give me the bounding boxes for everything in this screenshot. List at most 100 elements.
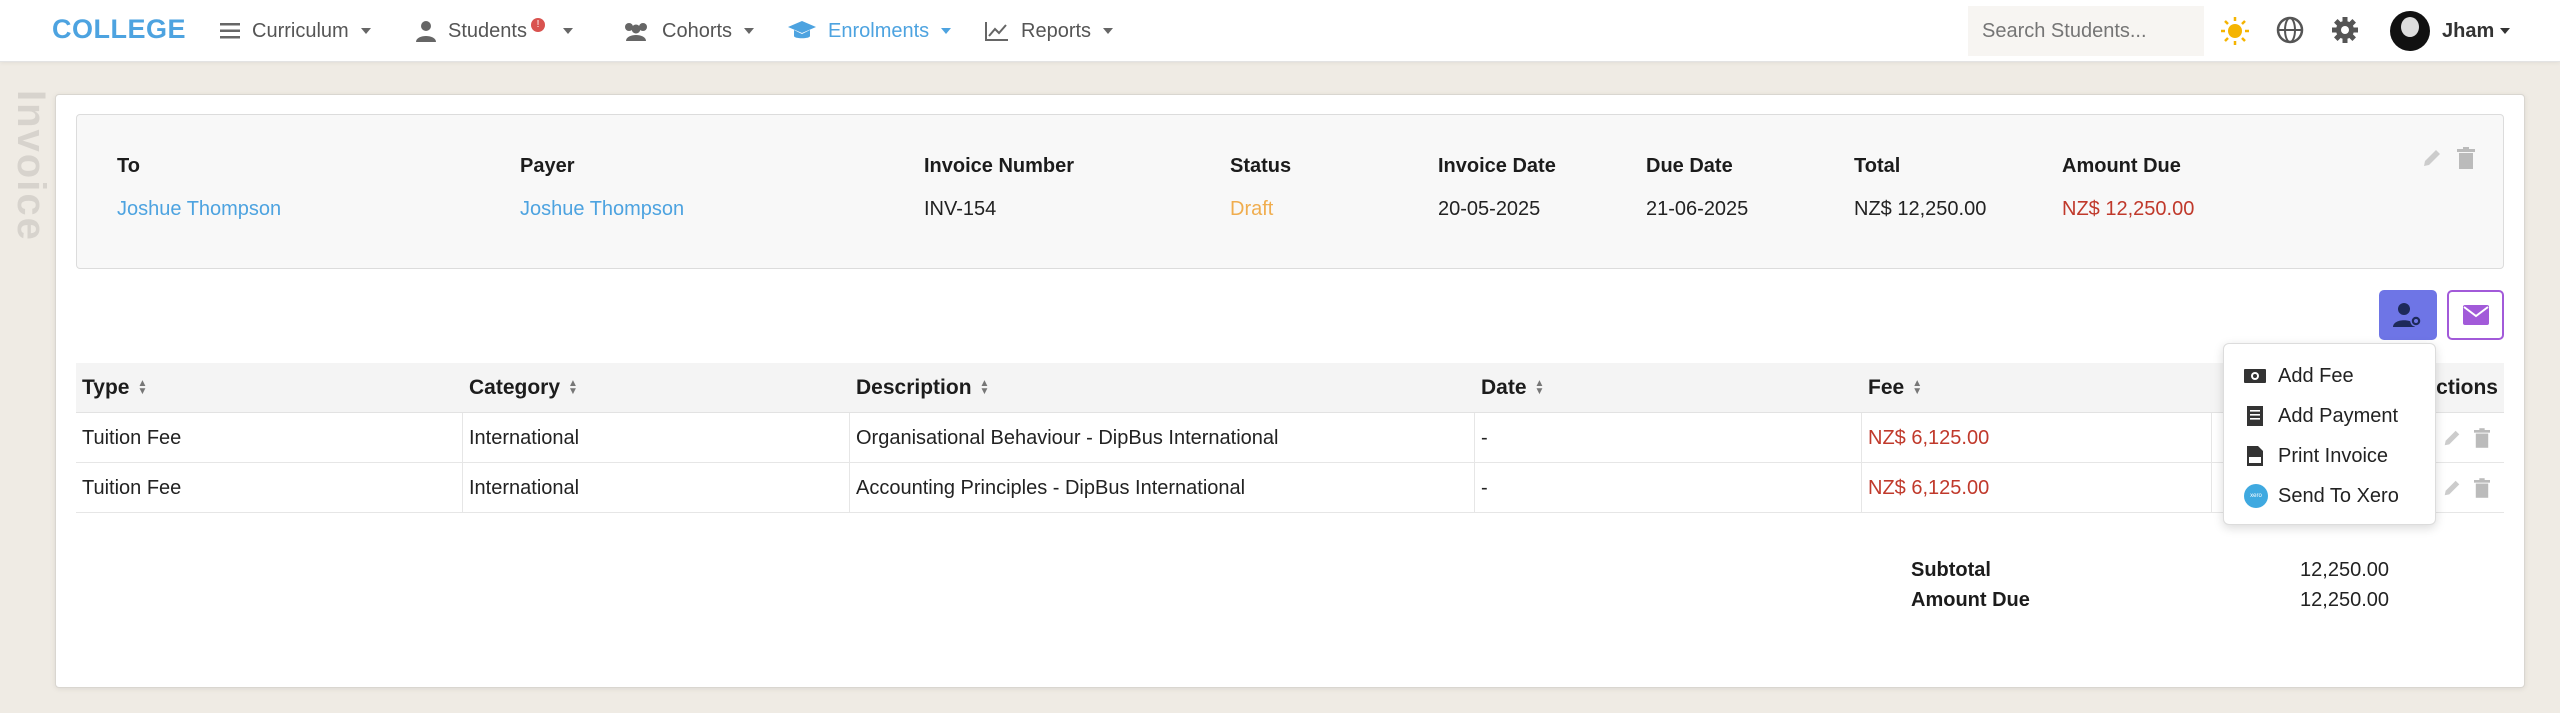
table-header: Type ▲ ▼ Category ▲ ▼ Description ▲ ▼ Date ▲ ▼ F…: [76, 363, 2504, 413]
subtotal-label: Subtotal: [1911, 558, 1991, 581]
envelope-icon: [2462, 305, 2489, 325]
nav-enrolments-label: Enrolments: [828, 19, 930, 42]
chevron-down-icon: [562, 28, 573, 34]
trash-icon[interactable]: [2457, 147, 2475, 169]
notification-badge: !: [530, 18, 545, 32]
menu-item-label: Send To Xero: [2278, 484, 2399, 507]
trash-icon[interactable]: [2474, 428, 2490, 448]
summary-status-label: Status: [1230, 155, 1292, 177]
summary-amount-due-value: NZ$ 12,250.00: [2062, 198, 2195, 220]
search-input[interactable]: [1968, 6, 2204, 56]
status-badge: Draft: [1230, 198, 1274, 220]
nav-enrolments[interactable]: Enrolments: [788, 0, 952, 62]
top-navbar: COLLEGE Curriculum Students ! Cohorts En…: [0, 0, 2560, 62]
summary-invoice-date: Invoice Date 20-05-2025: [1438, 155, 1556, 221]
brand-logo[interactable]: COLLEGE: [52, 14, 186, 45]
chart-line-icon: [985, 22, 1008, 41]
nav-students[interactable]: Students !: [416, 0, 573, 62]
nav-cohorts-label: Cohorts: [662, 19, 733, 42]
user-name: Jham: [2442, 19, 2495, 42]
summary-due-value: 21-06-2025: [1646, 198, 1749, 220]
chevron-down-icon: [2500, 28, 2511, 34]
column-header-label: Fee: [1868, 376, 1905, 399]
summary-payer-link[interactable]: Joshue Thompson: [520, 198, 684, 221]
column-header-category[interactable]: Category ▲ ▼: [463, 363, 850, 413]
menu-lines-icon: [220, 23, 240, 39]
xero-icon: xero: [2244, 484, 2268, 508]
chevron-down-icon: [941, 28, 952, 34]
column-header-date[interactable]: Date ▲ ▼: [1475, 363, 1862, 413]
summary-amount-due: Amount Due NZ$ 12,250.00: [2062, 155, 2194, 221]
nav-reports-label: Reports: [1021, 19, 1092, 42]
pencil-icon[interactable]: [2442, 478, 2462, 498]
nav-reports[interactable]: Reports: [985, 0, 1114, 62]
cell-category: International: [463, 413, 850, 463]
menu-item-label: Add Payment: [2278, 404, 2399, 427]
amount-due-value: 12,250.00: [2300, 588, 2389, 611]
menu-item-label: Print Invoice: [2278, 444, 2389, 467]
menu-item-add-payment[interactable]: Add Payment: [2224, 396, 2435, 436]
subtotal-row: Subtotal 12,250.00: [1911, 555, 2471, 585]
pencil-icon[interactable]: [2442, 428, 2462, 448]
cell-date: -: [1475, 413, 1862, 463]
invoice-actions-button[interactable]: [2379, 290, 2437, 340]
sort-icon: ▲ ▼: [1534, 378, 1545, 397]
cell-fee: NZ$ 6,125.00: [1862, 463, 2212, 513]
page-side-title: Invoice: [8, 90, 53, 242]
menu-item-add-fee[interactable]: Add Fee: [2224, 356, 2435, 396]
amount-due-row: Amount Due 12,250.00: [1911, 585, 2471, 615]
summary-date-value: 20-05-2025: [1438, 198, 1541, 220]
column-header-fee[interactable]: Fee ▲ ▼: [1862, 363, 2212, 413]
pencil-icon[interactable]: [2421, 147, 2443, 169]
summary-due-label: Due Date: [1646, 155, 1733, 177]
subtotal-value: 12,250.00: [2300, 558, 2389, 581]
menu-item-label: Add Fee: [2278, 364, 2354, 387]
summary-status: Status Draft: [1230, 155, 1291, 221]
nav-students-label: Students: [448, 19, 527, 42]
cell-type: Tuition Fee: [76, 413, 463, 463]
summary-number-label: Invoice Number: [924, 155, 1075, 177]
sort-icon: ▲ ▼: [1912, 378, 1923, 397]
file-pdf-icon: [2247, 446, 2263, 466]
trash-icon[interactable]: [2474, 478, 2490, 498]
menu-item-send-to-xero[interactable]: xero Send To Xero: [2224, 476, 2435, 516]
sort-icon: ▲ ▼: [568, 378, 578, 397]
invoice-card: To Joshue Thompson Payer Joshue Thompson…: [55, 94, 2525, 688]
nav-curriculum[interactable]: Curriculum: [220, 0, 371, 62]
chevron-down-icon: [1103, 28, 1114, 34]
user-icon: [416, 21, 436, 42]
summary-number-value: INV-154: [924, 198, 997, 220]
sort-icon: ▲ ▼: [979, 378, 990, 397]
globe-icon[interactable]: [2276, 16, 2304, 44]
email-invoice-button[interactable]: [2447, 290, 2504, 340]
users-group-icon: [625, 23, 647, 41]
summary-actions: [2421, 147, 2475, 169]
cell-description: Organisational Behaviour - DipBus Intern…: [850, 413, 1475, 463]
nav-cohorts[interactable]: Cohorts: [622, 0, 755, 62]
table-row: Tuition Fee International Accounting Pri…: [76, 463, 2504, 513]
column-header-type[interactable]: Type ▲ ▼: [76, 363, 463, 413]
summary-due-date: Due Date 21-06-2025: [1646, 155, 1748, 221]
summary-total: Total NZ$ 12,250.00: [1854, 155, 1986, 221]
cell-type: Tuition Fee: [76, 463, 463, 513]
avatar: [2390, 11, 2430, 51]
summary-payer-label: Payer: [520, 155, 575, 177]
column-header-label: Type: [82, 376, 130, 399]
invoice-actions-dropdown: Add Fee Add Payment Print Invoice xero S…: [2223, 343, 2436, 525]
summary-total-label: Total: [1854, 155, 1901, 177]
cell-description: Accounting Principles - DipBus Internati…: [850, 463, 1475, 513]
menu-item-print-invoice[interactable]: Print Invoice: [2224, 436, 2435, 476]
sun-icon[interactable]: [2220, 16, 2250, 46]
gear-icon[interactable]: [2331, 16, 2359, 44]
money-bill-icon: [2244, 369, 2266, 383]
summary-to-link[interactable]: Joshue Thompson: [117, 198, 281, 221]
nav-curriculum-label: Curriculum: [252, 19, 349, 42]
chevron-down-icon: [744, 28, 755, 34]
graduation-cap-icon: [788, 21, 816, 39]
summary-to-label: To: [117, 155, 140, 177]
column-header-description[interactable]: Description ▲ ▼: [850, 363, 1475, 413]
summary-amount-due-label: Amount Due: [2062, 155, 2181, 177]
user-menu[interactable]: Jham: [2390, 10, 2511, 52]
sort-icon: ▲ ▼: [137, 378, 148, 397]
column-header-label: Category: [469, 376, 561, 399]
